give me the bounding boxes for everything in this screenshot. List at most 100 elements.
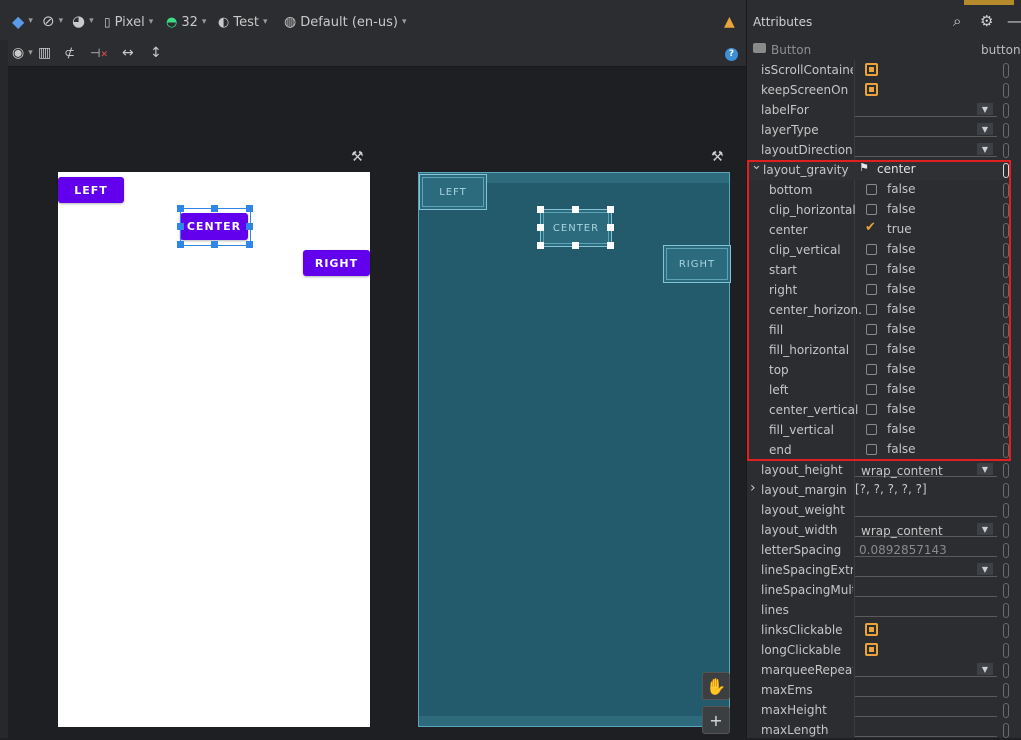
right-button[interactable]: RIGHT	[303, 250, 370, 276]
api-level-selector[interactable]: ◓ 32 ▾	[166, 11, 206, 33]
attribute-row[interactable]: isScrollContainer	[747, 60, 1009, 80]
reference-pill[interactable]	[1003, 563, 1009, 578]
show-constraints-button[interactable]: ⊄	[64, 42, 75, 64]
chevron-down-icon[interactable]: ▼	[977, 143, 993, 155]
reference-pill[interactable]	[1003, 123, 1009, 138]
reference-pill[interactable]	[1003, 723, 1009, 738]
attribute-value[interactable]: [?, ?, ?, ?, ?]	[855, 482, 927, 496]
reference-pill[interactable]	[1003, 543, 1009, 558]
attribute-dropdown[interactable]: ▼	[855, 103, 997, 117]
attribute-row[interactable]: linksClickable	[747, 620, 1009, 640]
attribute-input[interactable]	[855, 603, 997, 617]
resize-handle[interactable]	[246, 223, 253, 230]
attribute-row[interactable]: layout_weight	[747, 500, 1009, 520]
attribute-row[interactable]: labelFor ▼	[747, 100, 1009, 120]
wrench-icon[interactable]: ⚒	[711, 149, 724, 165]
chevron-down-icon[interactable]: ▼	[977, 563, 993, 575]
attribute-row[interactable]: layerType ▼	[747, 120, 1009, 140]
view-options-button[interactable]: ◉ ▾	[12, 42, 33, 64]
resize-handle[interactable]	[177, 205, 184, 212]
locale-selector[interactable]: ◍ Default (en-us) ▾	[284, 11, 406, 33]
clear-constraints-button[interactable]: ⊣✕	[90, 42, 108, 64]
expand-vertical-button[interactable]: ↕	[150, 42, 162, 64]
orientation-button[interactable]: ⊘ ▾	[42, 10, 63, 32]
reference-pill[interactable]	[1003, 83, 1009, 98]
reference-pill[interactable]	[1003, 643, 1009, 658]
attribute-row[interactable]: maxEms	[747, 680, 1009, 700]
attribute-dropdown[interactable]: ▼	[855, 563, 997, 577]
resize-handle[interactable]	[607, 224, 614, 231]
boolean-toggle[interactable]	[865, 643, 878, 656]
reference-pill[interactable]	[1003, 523, 1009, 538]
attribute-input[interactable]	[855, 723, 997, 737]
resize-handle[interactable]	[177, 241, 184, 248]
resize-handle[interactable]	[537, 242, 544, 249]
left-button[interactable]: LEFT	[58, 177, 124, 203]
reference-pill[interactable]	[1003, 663, 1009, 678]
reference-pill[interactable]	[1003, 463, 1009, 478]
design-preview[interactable]: LEFT CENTER RIGHT	[58, 172, 370, 727]
left-button-blueprint[interactable]: LEFT	[419, 174, 487, 210]
attribute-row[interactable]: layoutDirection ▼	[747, 140, 1009, 160]
reference-pill[interactable]	[1003, 143, 1009, 158]
device-selector[interactable]: ▯ Pixel ▾	[104, 11, 153, 33]
pan-button[interactable]: ✋	[702, 672, 730, 700]
resize-handle[interactable]	[246, 205, 253, 212]
attribute-dropdown[interactable]: ▼	[855, 123, 997, 137]
attribute-row[interactable]: layout_width wrap_content ▼	[747, 520, 1009, 540]
attribute-row[interactable]: letterSpacing 0.0892857143	[747, 540, 1009, 560]
chevron-down-icon[interactable]: ▼	[977, 463, 993, 475]
attribute-row[interactable]: marqueeRepeat... ▼	[747, 660, 1009, 680]
layout-outline-button[interactable]: ▥	[38, 42, 51, 64]
reference-pill[interactable]	[1003, 703, 1009, 718]
attribute-row[interactable]: longClickable	[747, 640, 1009, 660]
resize-handle[interactable]	[572, 206, 579, 213]
resize-handle[interactable]	[211, 205, 218, 212]
attribute-row[interactable]: maxLength	[747, 720, 1009, 740]
chevron-right-icon[interactable]: ›	[750, 480, 756, 496]
resize-handle[interactable]	[211, 241, 218, 248]
attribute-dropdown[interactable]: ▼	[855, 663, 997, 677]
expand-horizontal-button[interactable]: ↔	[122, 42, 134, 64]
boolean-toggle[interactable]	[865, 623, 878, 636]
reference-pill[interactable]	[1003, 583, 1009, 598]
resize-handle[interactable]	[537, 206, 544, 213]
zoom-in-button[interactable]: +	[702, 706, 730, 734]
attribute-dropdown[interactable]: wrap_content ▼	[855, 463, 997, 478]
boolean-toggle[interactable]	[865, 63, 878, 76]
chevron-down-icon[interactable]: ▼	[977, 523, 993, 535]
wrench-icon[interactable]: ⚒	[351, 149, 364, 165]
right-button-blueprint[interactable]: RIGHT	[663, 245, 731, 283]
reference-pill[interactable]	[1003, 623, 1009, 638]
warning-button[interactable]: ▲	[724, 11, 735, 33]
boolean-toggle[interactable]	[865, 83, 878, 96]
design-surface-button[interactable]: ◆ ▾	[12, 10, 33, 32]
attribute-input[interactable]	[855, 683, 997, 697]
reference-pill[interactable]	[1003, 603, 1009, 618]
attribute-row[interactable]: keepScreenOn	[747, 80, 1009, 100]
attribute-input[interactable]	[855, 503, 997, 517]
attribute-row[interactable]: lineSpacingMulti...	[747, 580, 1009, 600]
blueprint-preview[interactable]: LEFT CENTER RIGHT	[418, 172, 731, 727]
resize-handle[interactable]	[572, 242, 579, 249]
resize-handle[interactable]	[607, 206, 614, 213]
minimize-icon[interactable]: —	[1007, 12, 1021, 30]
help-button[interactable]: ?	[725, 43, 738, 65]
night-mode-button[interactable]: ◕ ▾	[72, 10, 94, 32]
attribute-input[interactable]	[855, 583, 997, 597]
search-icon[interactable]: ⌕	[953, 12, 961, 30]
reference-pill[interactable]	[1003, 503, 1009, 518]
chevron-down-icon[interactable]: ▼	[977, 103, 993, 115]
reference-pill[interactable]	[1003, 483, 1009, 498]
attribute-row[interactable]: lineSpacingExtra ▼	[747, 560, 1009, 580]
attribute-input[interactable]	[855, 703, 997, 717]
attribute-row[interactable]: maxHeight	[747, 700, 1009, 720]
chevron-down-icon[interactable]: ▼	[977, 663, 993, 675]
resize-handle[interactable]	[246, 241, 253, 248]
attribute-row[interactable]: layout_height wrap_content ▼	[747, 460, 1009, 480]
gear-icon[interactable]: ⚙	[980, 12, 993, 30]
resize-handle[interactable]	[537, 224, 544, 231]
resize-handle[interactable]	[607, 242, 614, 249]
attribute-dropdown[interactable]: wrap_content ▼	[855, 523, 997, 538]
reference-pill[interactable]	[1003, 63, 1009, 78]
